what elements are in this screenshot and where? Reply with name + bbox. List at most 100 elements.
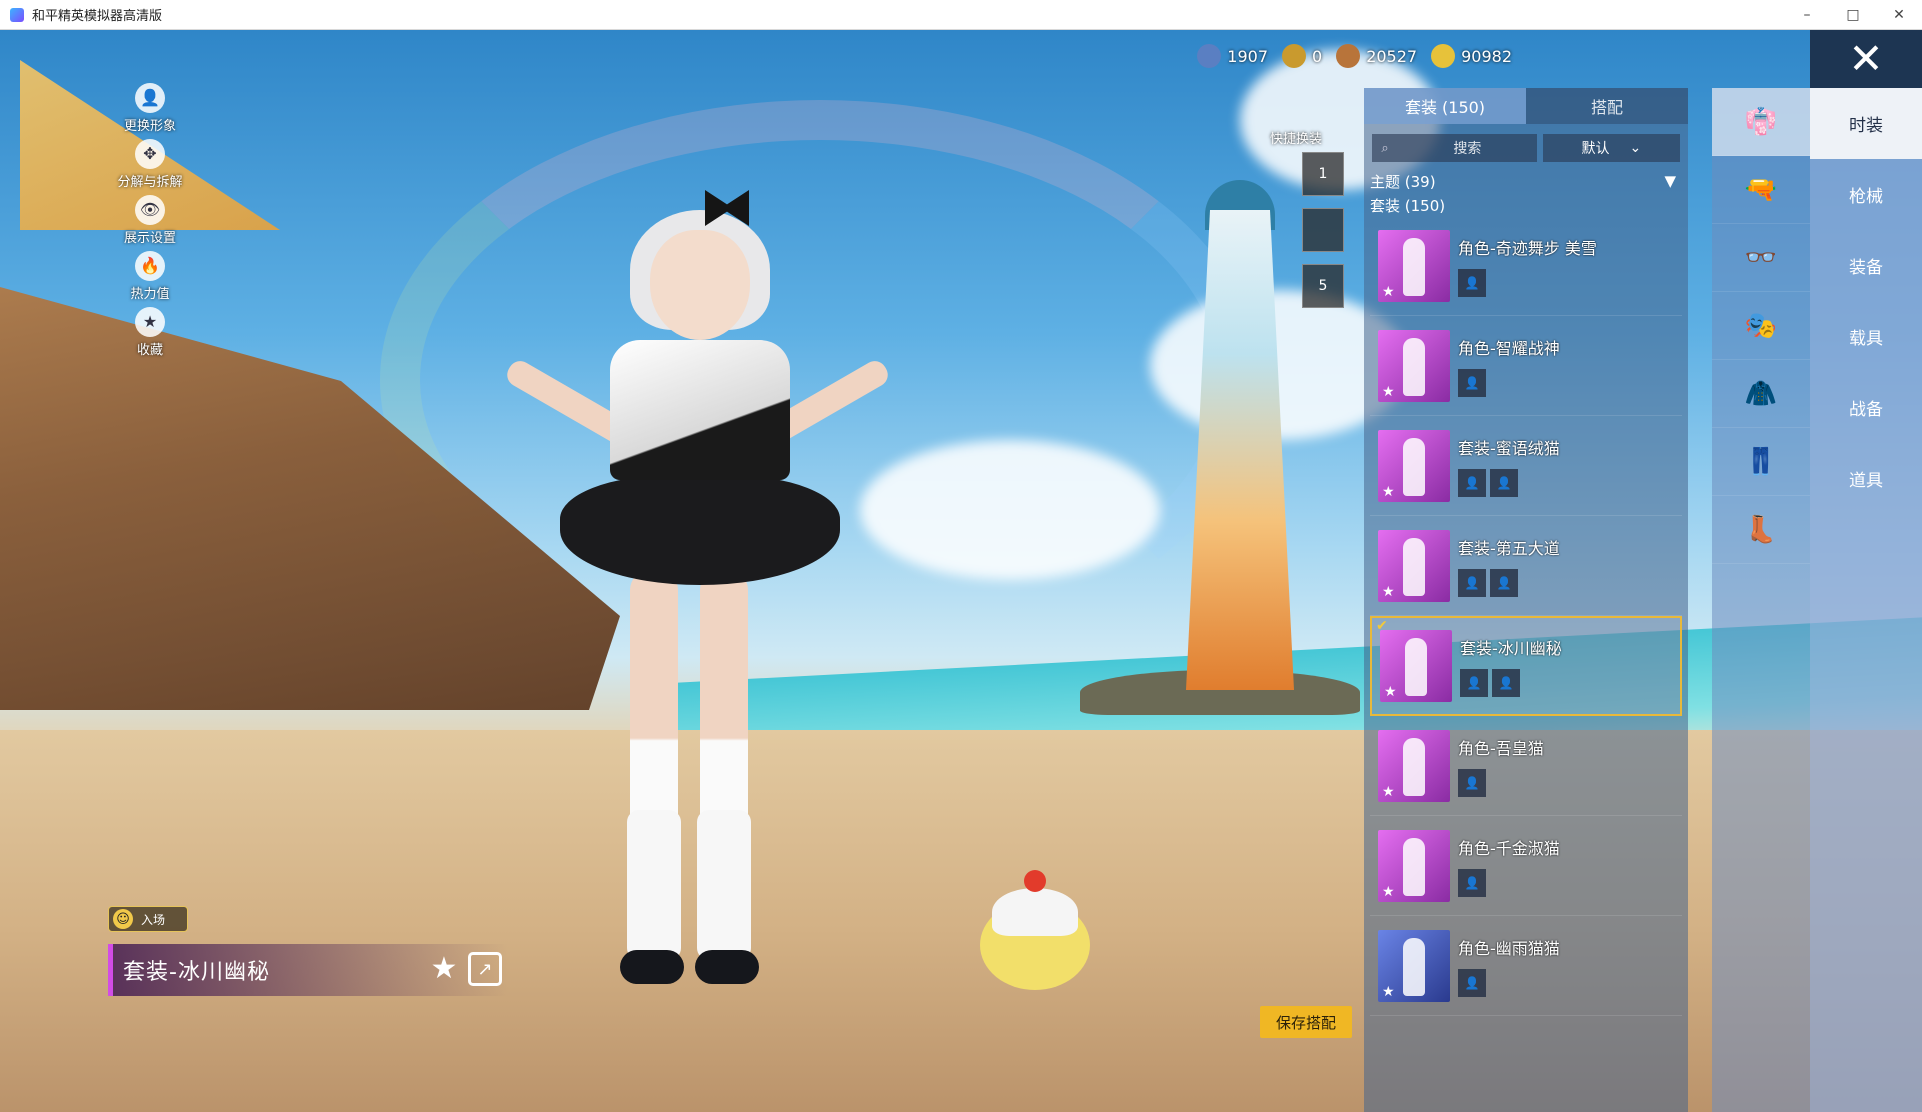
component-thumbnail[interactable]: 👤	[1458, 368, 1486, 397]
player-character[interactable]	[500, 190, 893, 1030]
fire-icon: 🔥	[135, 250, 165, 281]
quick-swap-slot-3[interactable]: 5	[1302, 264, 1344, 308]
outfit-info: 角色-智耀战神 👤	[1458, 335, 1560, 397]
side-menu: 👤 更换形象 ✥ 分解与拆解 👁 展示设置 🔥 热力值 ★ 收藏	[90, 80, 210, 360]
panel-tabs: 套装 (150) 搭配	[1364, 88, 1688, 124]
side-item-label: 收藏	[136, 342, 163, 358]
window-titlebar: 和平精英模拟器高清版 – □ ✕	[0, 0, 1922, 30]
currency-value: 90982	[1461, 46, 1512, 66]
outfit-icon[interactable]: 👘	[1712, 88, 1810, 156]
share-icon[interactable]: ↗	[468, 952, 502, 986]
outfit-info: 角色-奇迹舞步 美雪 👤	[1458, 235, 1597, 297]
chick-pet[interactable]	[980, 870, 1090, 990]
suit-filter[interactable]: 套装 (150)	[1364, 192, 1688, 216]
app-icon	[10, 7, 24, 22]
side-item-change-avatar[interactable]: 👤 更换形象	[90, 80, 210, 136]
close-icon: ✕	[1848, 34, 1884, 83]
star-icon: ★	[1382, 483, 1395, 500]
category-tab[interactable]: 时装	[1810, 88, 1922, 159]
side-item-collection[interactable]: ★ 收藏	[90, 304, 210, 360]
character-sock	[627, 810, 681, 960]
mask-icon[interactable]: 🎭	[1712, 292, 1810, 360]
component-thumbnail[interactable]: 👤	[1458, 268, 1486, 297]
outfit-list-item[interactable]: ★ 角色-吾皇猫 👤	[1370, 716, 1682, 816]
component-row: 👤	[1458, 968, 1560, 997]
outfit-list-item[interactable]: ★ 角色-智耀战神 👤	[1370, 316, 1682, 416]
figure-icon	[1403, 237, 1425, 296]
outfit-info: 角色-幽雨猫猫 👤	[1458, 935, 1560, 997]
component-row: 👤 👤	[1458, 468, 1560, 497]
component-thumbnail[interactable]: 👤	[1458, 768, 1486, 797]
outfit-list-item[interactable]: ★ 套装-第五大道 👤 👤	[1370, 516, 1682, 616]
component-thumbnail[interactable]: 👤	[1460, 669, 1488, 697]
category-tab[interactable]: 装备	[1810, 230, 1922, 301]
outfit-info: 角色-吾皇猫 👤	[1458, 735, 1544, 797]
gun-icon[interactable]: 🔫	[1712, 156, 1810, 224]
character-leg	[630, 570, 678, 850]
outfit-list-item[interactable]: ★ 套装-蜜语绒猫 👤 👤	[1370, 416, 1682, 516]
side-item-label: 更换形象	[123, 118, 176, 134]
pants-icon[interactable]: 👖	[1712, 428, 1810, 496]
component-thumbnail[interactable]: 👤	[1458, 568, 1486, 597]
puzzle-icon: ✥	[135, 138, 165, 169]
favorite-star-icon[interactable]: ★	[426, 950, 462, 986]
component-thumbnail[interactable]: 👤	[1458, 868, 1486, 897]
quick-swap-slot-1[interactable]: 1	[1302, 152, 1344, 196]
entry-animation-tag[interactable]: ☺ 入场	[108, 906, 188, 932]
chevron-down-icon: ⌄	[1629, 140, 1642, 156]
quick-swap-slot-2[interactable]	[1302, 208, 1344, 252]
category-tab[interactable]: 载具	[1810, 301, 1922, 372]
outfit-list-item[interactable]: ✔ ★ 套装-冰川幽秘 👤 👤	[1370, 616, 1682, 716]
character-sock	[697, 810, 751, 960]
category-tab[interactable]: 战备	[1810, 372, 1922, 443]
window-close-button[interactable]: ✕	[1876, 0, 1922, 30]
outfit-info: 套装-第五大道 👤 👤	[1458, 535, 1560, 597]
outfit-list-item[interactable]: ★ 角色-奇迹舞步 美雪 👤	[1370, 216, 1682, 316]
star-icon: ★	[1382, 583, 1395, 600]
figure-icon	[1403, 337, 1425, 396]
star-icon: ★	[1382, 783, 1395, 800]
caret-down-icon: ▼	[1664, 172, 1676, 190]
outfit-item-name: 角色-吾皇猫	[1458, 738, 1544, 758]
maximize-button[interactable]: □	[1830, 0, 1876, 30]
outfit-list-item[interactable]: ★ 角色-千金淑猫 👤	[1370, 816, 1682, 916]
currency-item: 1907	[1197, 44, 1268, 68]
component-thumbnail[interactable]: 👤	[1490, 568, 1518, 597]
glasses-icon[interactable]: 👓	[1712, 224, 1810, 292]
entry-tag-label: 入场	[141, 912, 166, 927]
outfit-thumbnail: ★	[1378, 929, 1450, 1002]
sort-label: 默认	[1581, 141, 1610, 157]
side-item-decompose[interactable]: ✥ 分解与拆解	[90, 136, 210, 192]
side-item-display-settings[interactable]: 👁 展示设置	[90, 192, 210, 248]
category-tabs: 时装 枪械 装备 载具 战备 道具	[1810, 88, 1922, 1112]
category-tab[interactable]: 道具	[1810, 443, 1922, 514]
sort-dropdown[interactable]: 默认 ⌄	[1542, 134, 1680, 162]
component-thumbnail[interactable]: 👤	[1492, 669, 1520, 697]
currency-item: 0	[1282, 44, 1322, 68]
component-thumbnail[interactable]: 👤	[1458, 968, 1486, 997]
outfit-thumbnail: ★	[1378, 529, 1450, 602]
shoes-icon[interactable]: 👢	[1712, 496, 1810, 564]
jacket-icon[interactable]: 🧥	[1712, 360, 1810, 428]
suit-filter-label: 套装 (150)	[1370, 196, 1446, 215]
outfit-list-item[interactable]: ★ 角色-幽雨猫猫 👤	[1370, 916, 1682, 1016]
save-outfit-button[interactable]: 保存搭配	[1260, 1006, 1352, 1038]
component-thumbnail[interactable]: 👤	[1458, 468, 1486, 497]
search-input[interactable]: ⌕ 搜索	[1372, 134, 1537, 162]
component-thumbnail[interactable]: 👤	[1490, 468, 1518, 497]
star-icon: ★	[1382, 983, 1395, 1000]
tab-match[interactable]: 搭配	[1526, 88, 1688, 124]
tab-suits[interactable]: 套装 (150)	[1364, 88, 1526, 124]
chick-hat-ball	[1024, 870, 1046, 892]
figure-icon	[1403, 437, 1425, 496]
character-leg	[700, 570, 748, 850]
outfit-list: ★ 角色-奇迹舞步 美雪 👤 ★ 角色-智耀战神 👤 ★ 套装-蜜语绒猫 👤 👤 ★ 套装-第五大道 👤…	[1364, 216, 1688, 1016]
minimize-button[interactable]: –	[1784, 0, 1830, 30]
side-item-heat[interactable]: 🔥 热力值	[90, 248, 210, 304]
close-button[interactable]: ✕	[1810, 30, 1922, 88]
category-tab[interactable]: 枪械	[1810, 159, 1922, 230]
theme-filter[interactable]: 主题 (39) ▼	[1364, 168, 1688, 192]
chick-hat	[992, 888, 1078, 936]
side-item-label: 分解与拆解	[117, 174, 183, 190]
character-torso	[610, 340, 790, 480]
